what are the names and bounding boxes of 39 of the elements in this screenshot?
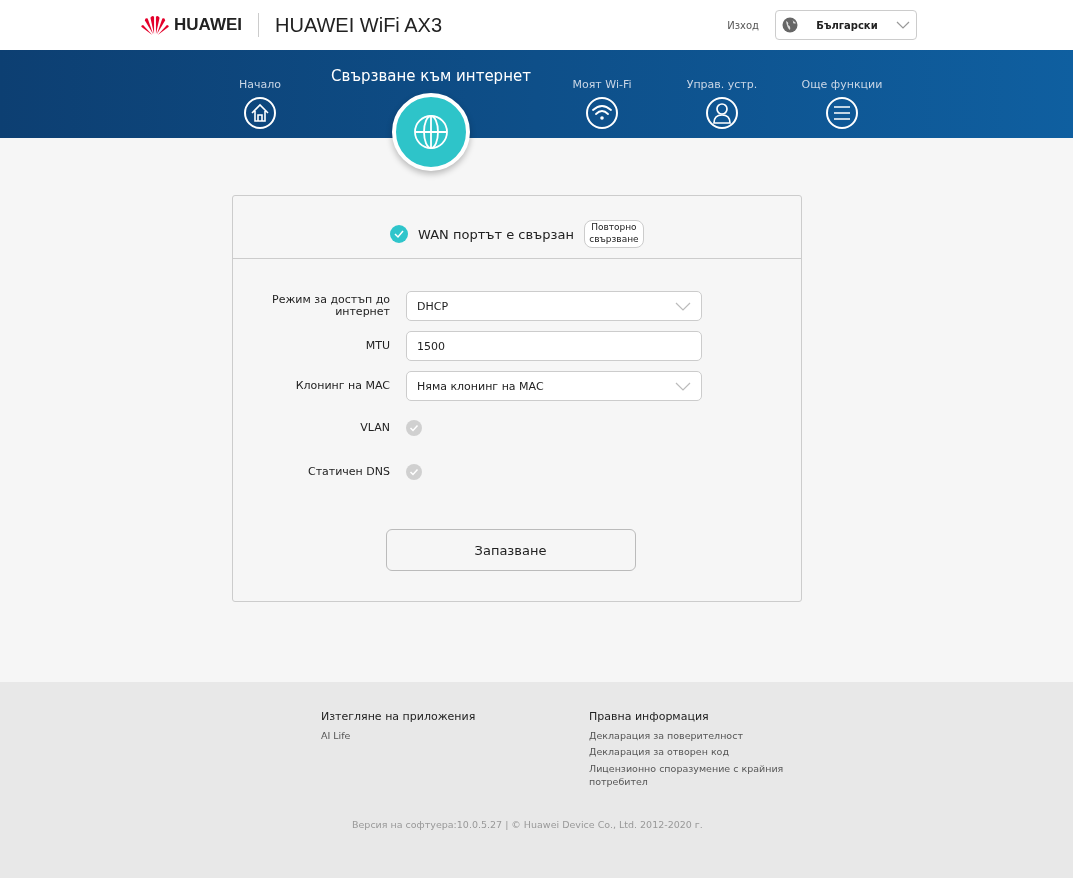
checkbox[interactable]	[406, 464, 422, 480]
nav-tab[interactable]: Моят Wi-Fi	[542, 50, 662, 129]
menu-icon	[833, 106, 851, 120]
checkbox[interactable]	[406, 420, 422, 436]
footer-link[interactable]: Лицензионно споразумение с крайния потребител	[589, 761, 819, 789]
product-title: HUAWEI WiFi AX3	[275, 13, 443, 37]
field-label: Режим за достъп до интернет	[271, 294, 390, 318]
status-text: WAN портът е свързан	[418, 226, 574, 242]
home-icon	[250, 103, 270, 123]
input-field[interactable]: 1500	[406, 331, 702, 361]
logout-link[interactable]: Изход	[727, 19, 759, 31]
nav-tab[interactable]: Управ. устр.	[662, 50, 782, 129]
nav-tab[interactable]: Още функции	[782, 50, 902, 129]
footer-link[interactable]: Декларация за отворен код	[589, 745, 819, 759]
nav-tab[interactable]: Начало	[200, 50, 320, 129]
chevron-icon	[675, 381, 691, 391]
footer-link[interactable]: Декларация за поверителност	[589, 729, 819, 743]
field-label: VLAN	[359, 422, 390, 434]
dropdown-field[interactable]: DHCP	[406, 291, 702, 321]
field-label: Клонинг на MAC	[294, 380, 390, 392]
person-icon	[712, 102, 732, 124]
field-label: Статичен DNS	[306, 466, 390, 478]
footer-link[interactable]: AI Life	[321, 729, 589, 743]
version-text: Версия на софтуера:10.0.5.27 | © Huawei Device Co., Ltd. 2012-2020 г.	[351, 819, 704, 832]
dropdown-field[interactable]: Няма клонинг на MAC	[406, 371, 702, 401]
nav-tab[interactable]: Свързване към интернет	[320, 50, 542, 171]
footer-heading: Правна информация	[589, 710, 710, 723]
wifi-icon	[591, 104, 613, 122]
logo-icon	[140, 14, 170, 36]
language-select[interactable]: Български	[775, 10, 917, 40]
chevron-icon	[896, 21, 910, 29]
chevron-icon	[675, 301, 691, 311]
footer-heading: Изтегляне на приложения	[321, 710, 477, 723]
save-button[interactable]: Запазване	[385, 529, 636, 571]
brand-name: HUAWEI	[174, 15, 242, 35]
globe-icon	[782, 17, 798, 33]
field-label: MTU	[364, 340, 390, 352]
globe-icon	[413, 114, 449, 150]
reconnect-button[interactable]: Повторно свързване	[583, 220, 644, 248]
